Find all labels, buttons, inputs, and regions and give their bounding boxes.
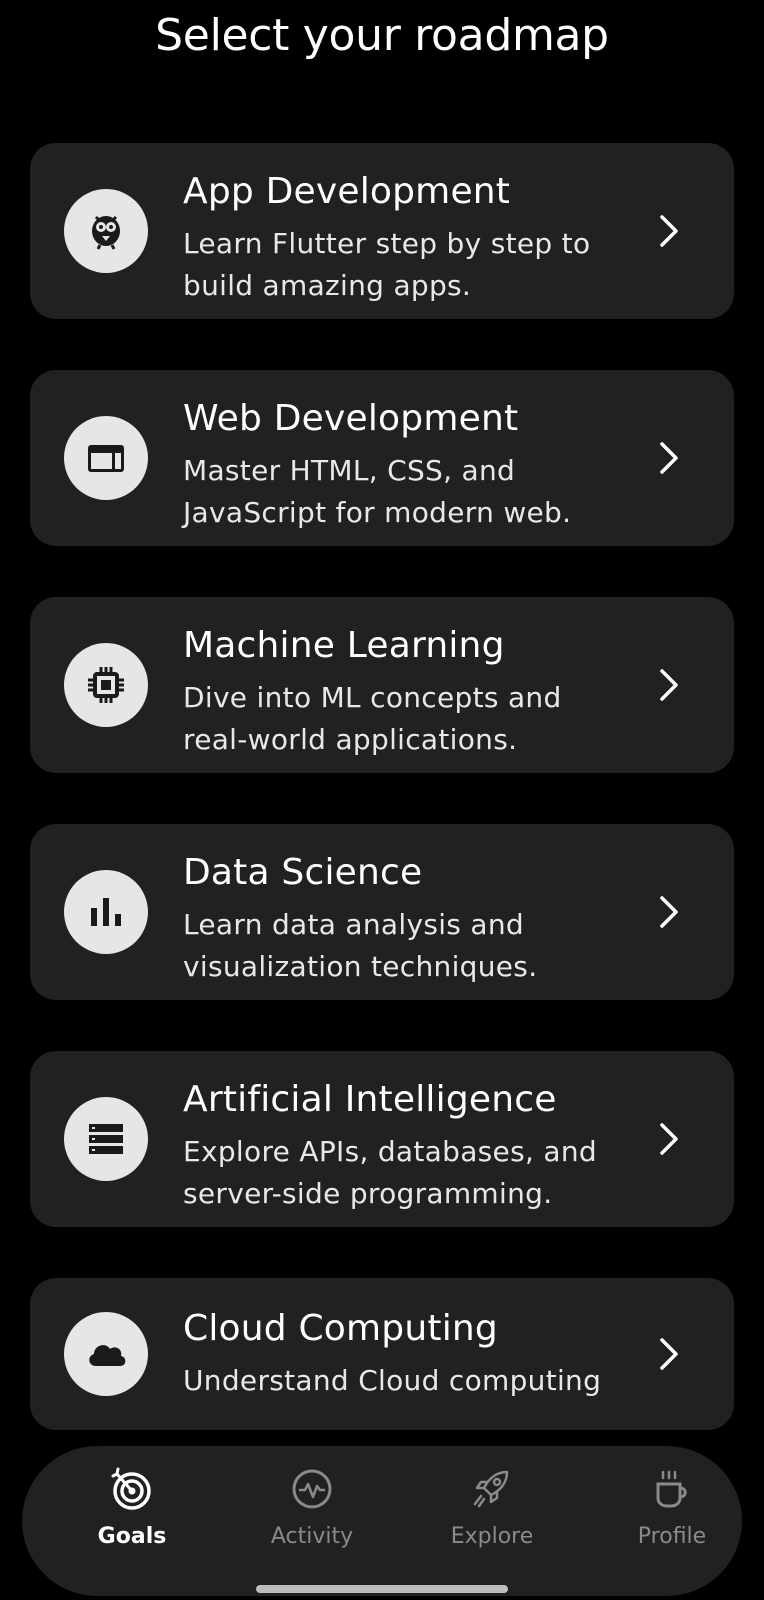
- roadmap-card-web-development[interactable]: Web Development Master HTML, CSS, and Ja…: [30, 370, 734, 546]
- roadmap-title: Data Science: [183, 852, 423, 893]
- roadmap-title: App Development: [183, 171, 511, 212]
- rocket-icon: [473, 1470, 509, 1508]
- nav-label: Explore: [450, 1524, 534, 1549]
- roadmap-card-artificial-intelligence[interactable]: Artificial Intelligence Explore APIs, da…: [30, 1051, 734, 1227]
- bottom-navigation: Goals Activity Explore Profile: [22, 1446, 742, 1596]
- chevron-right-icon: [660, 215, 678, 247]
- roadmap-card-app-development[interactable]: App Development Learn Flutter step by st…: [30, 143, 734, 319]
- roadmap-description: Understand Cloud computing: [183, 1364, 602, 1397]
- roadmap-description: Master HTML, CSS, and JavaScript for mod…: [183, 454, 572, 529]
- roadmap-description: Dive into ML concepts and real-world app…: [183, 681, 562, 756]
- nav-item-activity[interactable]: Activity: [232, 1466, 392, 1566]
- coffee-cup-icon: [656, 1470, 687, 1508]
- server-icon: [64, 1097, 148, 1181]
- home-indicator: [256, 1585, 508, 1593]
- page-title: Select your roadmap: [155, 10, 609, 61]
- flutter-bird-icon: [64, 189, 148, 273]
- chevron-right-icon: [660, 1338, 678, 1370]
- nav-item-profile[interactable]: Profile: [592, 1466, 752, 1566]
- chevron-right-icon: [660, 896, 678, 928]
- roadmap-title: Machine Learning: [183, 625, 505, 666]
- roadmap-title: Cloud Computing: [183, 1308, 498, 1349]
- roadmap-description: Learn data analysis and visualization te…: [183, 908, 538, 983]
- roadmap-description: Learn Flutter step by step to build amaz…: [183, 227, 591, 302]
- roadmap-card-cloud-computing[interactable]: Cloud Computing Understand Cloud computi…: [30, 1278, 734, 1430]
- target-icon: [111, 1467, 151, 1510]
- roadmap-card-data-science[interactable]: Data Science Learn data analysis and vis…: [30, 824, 734, 1000]
- chevron-right-icon: [660, 1123, 678, 1155]
- nav-label: Goals: [97, 1524, 167, 1549]
- roadmap-card-machine-learning[interactable]: Machine Learning Dive into ML concepts a…: [30, 597, 734, 773]
- nav-item-goals[interactable]: Goals: [52, 1466, 212, 1566]
- chevron-right-icon: [660, 669, 678, 701]
- browser-window-icon: [64, 416, 148, 500]
- nav-label: Activity: [270, 1524, 354, 1549]
- roadmap-description: Explore APIs, databases, and server-side…: [183, 1135, 597, 1210]
- nav-item-explore[interactable]: Explore: [412, 1466, 572, 1566]
- roadmap-title: Web Development: [183, 398, 519, 439]
- roadmap-title: Artificial Intelligence: [183, 1079, 557, 1120]
- roadmap-list: App Development Learn Flutter step by st…: [30, 143, 734, 1430]
- pulse-icon: [292, 1469, 332, 1509]
- nav-label: Profile: [637, 1524, 707, 1549]
- chevron-right-icon: [660, 442, 678, 474]
- chip-icon: [64, 643, 148, 727]
- bar-chart-icon: [64, 870, 148, 954]
- cloud-icon: [64, 1312, 148, 1396]
- roadmap-screen: Select your roadmap App Development Lear…: [0, 0, 764, 1600]
